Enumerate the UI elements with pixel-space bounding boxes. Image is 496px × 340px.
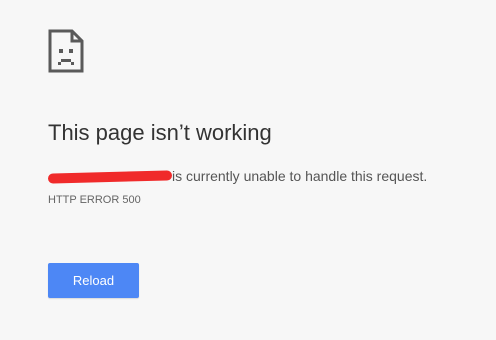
error-code: HTTP ERROR 500 — [48, 194, 141, 206]
error-page: This page isn’t working is currently una… — [0, 0, 496, 340]
error-message: is currently unable to handle this reque… — [47, 168, 428, 184]
error-message-text: is currently unable to handle this reque… — [172, 168, 428, 184]
error-title: This page isn’t working — [48, 120, 272, 145]
sad-page-icon — [48, 29, 84, 73]
redacted-hostname — [47, 170, 173, 184]
reload-button[interactable]: Reload — [48, 263, 139, 298]
